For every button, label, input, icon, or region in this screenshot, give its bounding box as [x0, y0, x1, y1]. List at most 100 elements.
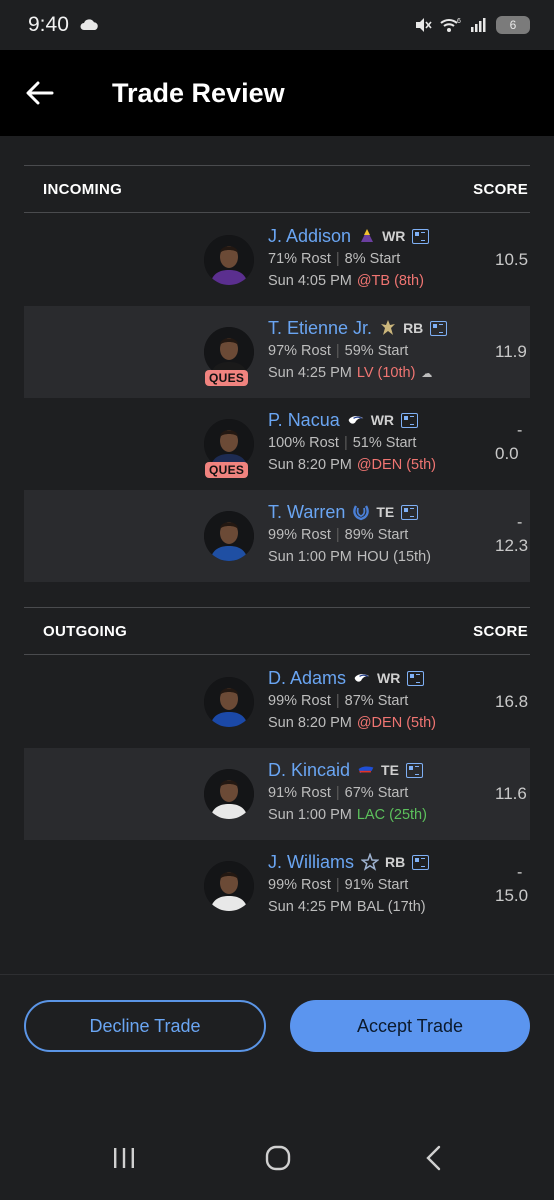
player-avatar[interactable] — [204, 511, 254, 561]
start-percent: 8% Start — [344, 251, 401, 267]
player-name-link[interactable]: D. Adams — [268, 668, 346, 689]
player-avatar[interactable]: QUES — [204, 327, 254, 386]
roster-percent: 91% Rost — [268, 785, 331, 801]
divider: | — [335, 527, 340, 543]
player-name-link[interactable]: T. Etienne Jr. — [268, 318, 372, 339]
system-back-button[interactable] — [414, 1138, 454, 1178]
player-position: WR — [377, 670, 401, 686]
outgoing-label: OUTGOING — [43, 622, 128, 640]
home-icon — [265, 1145, 291, 1171]
player-row[interactable]: QUES T. Etienne Jr. RB 97% Rost | 59% Start Su… — [24, 306, 530, 398]
decline-trade-button[interactable]: Decline Trade — [24, 1000, 266, 1052]
projected-score: 10.5 — [495, 250, 529, 269]
score-cell: - 12.3 — [495, 490, 530, 582]
recent-apps-button[interactable] — [104, 1138, 144, 1178]
player-headshot-icon — [204, 511, 254, 561]
news-icon[interactable] — [407, 670, 425, 686]
rams-logo — [353, 669, 371, 687]
status-time: 9:40 — [28, 13, 69, 36]
start-percent: 59% Start — [344, 343, 409, 359]
back-arrow-icon — [26, 81, 54, 105]
cloud-icon — [80, 19, 98, 30]
news-icon[interactable] — [405, 762, 423, 778]
player-headshot-icon — [204, 677, 254, 727]
mute-icon — [416, 18, 432, 32]
news-icon[interactable] — [412, 854, 430, 870]
player-row[interactable]: D. Adams WR 99% Rost | 87% Start Sun 8:20 PM @… — [24, 656, 530, 748]
score-cell: 16.8 — [495, 656, 530, 748]
player-avatar[interactable] — [204, 235, 254, 285]
news-icon[interactable] — [401, 504, 419, 520]
player-position: TE — [381, 762, 399, 778]
outgoing-section-header: OUTGOING SCORE — [24, 607, 530, 655]
rams-logo — [347, 411, 365, 429]
news-icon[interactable] — [401, 412, 419, 428]
score-cell: - 0.0 — [495, 398, 530, 490]
player-avatar[interactable] — [204, 861, 254, 911]
player-position: RB — [403, 320, 424, 336]
roster-percent: 100% Rost — [268, 435, 339, 451]
player-avatar[interactable] — [204, 769, 254, 819]
projected-score: 11.9 — [495, 342, 527, 361]
roster-percent: 71% Rost — [268, 251, 331, 267]
player-avatar[interactable] — [204, 677, 254, 727]
incoming-section-header: INCOMING SCORE — [24, 165, 530, 213]
player-name-link[interactable]: J. Addison — [268, 226, 351, 247]
cowboys-logo — [361, 853, 379, 871]
player-name-link[interactable]: J. Williams — [268, 852, 354, 873]
score-dash: - — [517, 514, 523, 531]
weather-icon: ☁ — [421, 367, 433, 380]
player-info: P. Nacua WR 100% Rost | 51% Start Sun 8:20 PM… — [268, 408, 488, 476]
player-headshot-icon — [204, 861, 254, 911]
player-info: J. Addison WR 71% Rost | 8% Start Sun 4:05 PM… — [268, 224, 488, 292]
game-time: Sun 8:20 PM — [268, 457, 352, 473]
page-title: Trade Review — [112, 77, 285, 108]
status-icons: 6 6 — [414, 16, 530, 34]
player-position: WR — [382, 228, 406, 244]
projected-score: 15.0 — [495, 886, 529, 905]
divider: | — [343, 435, 348, 451]
player-row[interactable]: QUES P. Nacua WR 100% Rost | 51% Start Sun 8:2… — [24, 398, 530, 490]
back-button[interactable] — [0, 50, 80, 136]
player-row[interactable]: T. Warren TE 99% Rost | 89% Start Sun 1:00 PM… — [24, 490, 530, 582]
player-position: WR — [370, 412, 395, 428]
projected-score: 0.0 — [495, 444, 519, 463]
news-icon[interactable] — [430, 320, 448, 336]
opponent-matchup: BAL (17th) — [356, 899, 426, 915]
player-info: T. Warren TE 99% Rost | 89% Start Sun 1:00 PM… — [268, 500, 488, 568]
player-row[interactable]: D. Kincaid TE 91% Rost | 67% Start Sun 1:00 P… — [24, 748, 530, 840]
start-percent: 89% Start — [344, 527, 409, 543]
divider: | — [335, 785, 340, 801]
score-cell: - 15.0 — [495, 840, 530, 932]
accept-trade-button[interactable]: Accept Trade — [290, 1000, 530, 1052]
score-dash: - — [517, 864, 523, 881]
player-avatar[interactable]: QUES — [204, 419, 254, 478]
player-name-link[interactable]: D. Kincaid — [268, 760, 350, 781]
start-percent: 51% Start — [352, 435, 417, 451]
score-cell: 11.6 — [495, 748, 530, 840]
home-button[interactable] — [258, 1138, 298, 1178]
player-row[interactable]: J. Williams RB 99% Rost | 91% Start Sun 4:25 … — [24, 840, 530, 932]
roster-percent: 99% Rost — [268, 527, 331, 543]
projected-score: 11.6 — [495, 784, 527, 803]
questionable-badge: QUES — [205, 370, 249, 386]
start-percent: 87% Start — [344, 693, 409, 709]
divider: | — [335, 251, 340, 267]
app-header: Trade Review — [0, 50, 554, 136]
svg-text:6: 6 — [457, 18, 461, 25]
news-icon[interactable] — [412, 228, 430, 244]
player-name-link[interactable]: T. Warren — [268, 502, 345, 523]
projected-score: 12.3 — [495, 536, 529, 555]
player-row[interactable]: J. Addison WR 71% Rost | 8% Start Sun 4:05 PM… — [24, 214, 530, 306]
player-name-link[interactable]: P. Nacua — [268, 410, 340, 431]
bills-logo — [357, 761, 375, 779]
game-time: Sun 8:20 PM — [268, 715, 352, 731]
avatar — [204, 861, 254, 911]
divider: | — [335, 877, 340, 893]
start-percent: 67% Start — [344, 785, 409, 801]
wifi-icon: 6 — [440, 18, 461, 32]
opponent-matchup: @DEN (5th) — [356, 715, 437, 731]
opponent-matchup: @TB (8th) — [356, 273, 424, 289]
avatar — [204, 235, 254, 285]
avatar — [204, 511, 254, 561]
